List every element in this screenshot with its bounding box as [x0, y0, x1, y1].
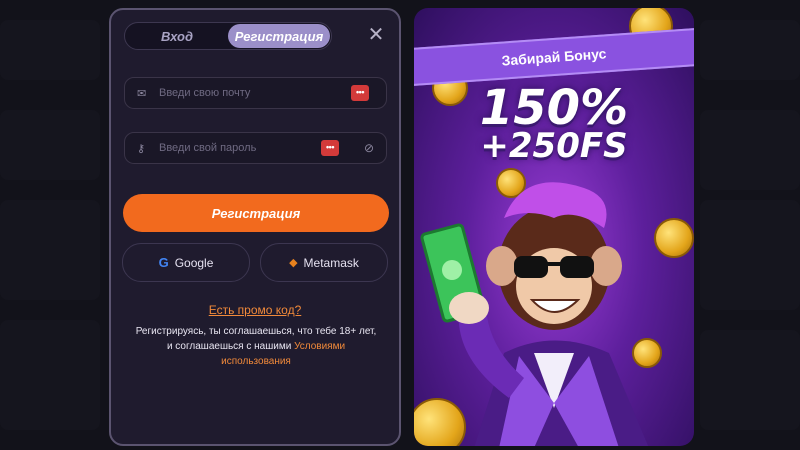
google-icon: G — [158, 255, 169, 270]
metamask-label: Metamask — [303, 255, 359, 270]
google-label: Google — [174, 255, 214, 270]
google-button[interactable]: G Google — [122, 243, 250, 282]
envelope-icon: ✉ — [137, 87, 147, 100]
auth-tabs: Вход Регистрация — [124, 22, 332, 50]
terms-text: Регистрируясь, ты соглашаешься, что тебе… — [135, 324, 377, 369]
bonus-subline: +250FS — [480, 126, 628, 166]
key-icon: ⚷ — [137, 142, 146, 155]
email-input[interactable] — [159, 87, 309, 99]
auth-modal: Вход Регистрация ✕ ✉ ••• ⚷ ••• ⊘ Регистр… — [109, 8, 401, 446]
tab-login[interactable]: Вход — [126, 24, 228, 48]
eye-icon[interactable]: ⊘ — [364, 141, 374, 155]
tab-register[interactable]: Регистрация — [228, 24, 330, 48]
monkey-mascot-image — [420, 182, 649, 446]
promo-code-link[interactable]: Есть промо код? — [111, 303, 399, 317]
bonus-banner: Забирай Бонус 150% +250FS — [414, 8, 694, 446]
password-input[interactable] — [159, 142, 309, 154]
bonus-ribbon: Забирай Бонус — [414, 27, 694, 87]
password-manager-icon[interactable]: ••• — [321, 140, 339, 156]
metamask-fox-icon: ◆ — [289, 257, 298, 269]
metamask-button[interactable]: ◆ Metamask — [260, 243, 388, 282]
password-field[interactable]: ⚷ ••• ⊘ — [124, 132, 387, 164]
email-field[interactable]: ✉ ••• — [124, 77, 387, 109]
register-button[interactable]: Регистрация — [123, 194, 389, 232]
password-manager-icon[interactable]: ••• — [351, 85, 369, 101]
close-icon[interactable]: ✕ — [366, 25, 386, 45]
